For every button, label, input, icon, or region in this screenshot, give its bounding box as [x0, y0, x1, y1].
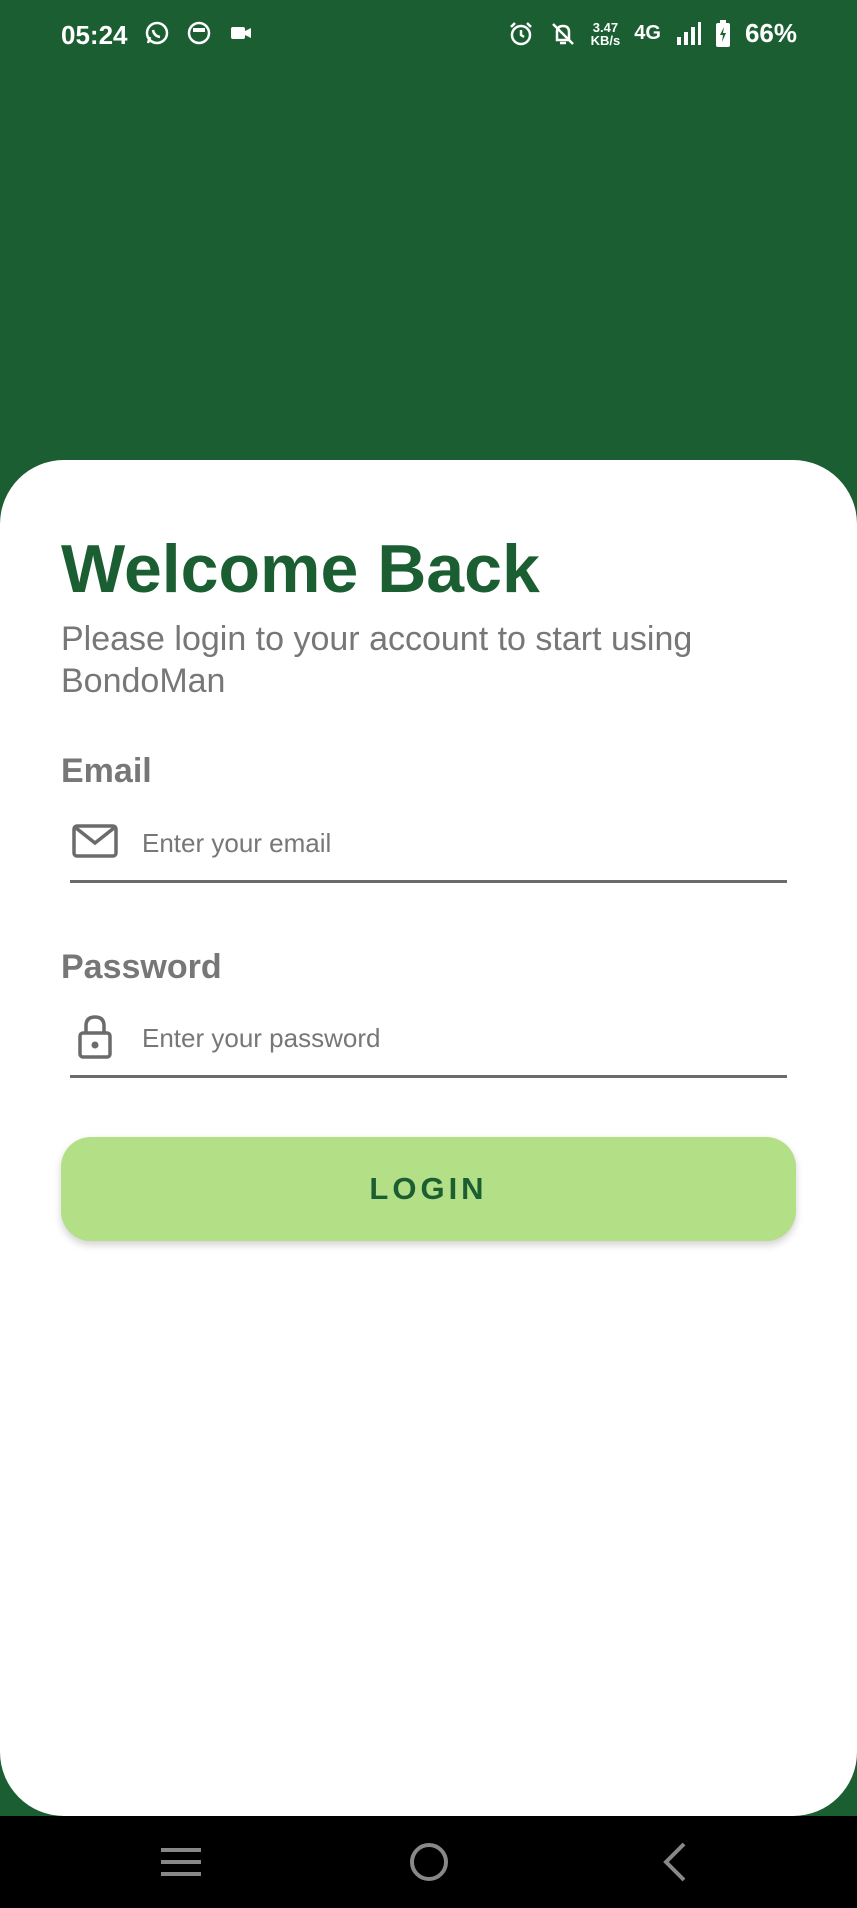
- network-speed: 3.47 KB/s: [591, 21, 621, 47]
- password-input[interactable]: [140, 1013, 764, 1063]
- system-nav-bar: [0, 1816, 857, 1908]
- home-icon[interactable]: [399, 1832, 459, 1892]
- network-speed-unit: KB/s: [590, 32, 621, 48]
- alarm-icon: [509, 21, 532, 45]
- page-subtitle: Please login to your account to start us…: [61, 620, 693, 700]
- status-left-icons: [144, 20, 254, 46]
- video-icon: [231, 27, 251, 39]
- back-icon[interactable]: [646, 1832, 706, 1892]
- status-bar: 05:24 3.47 KB/s 4G 66%: [0, 0, 857, 72]
- bell-off-icon: [551, 22, 574, 45]
- status-right-icons: 3.47 KB/s 4G 66%: [507, 18, 797, 49]
- message-icon: [187, 21, 211, 45]
- whatsapp-icon: [145, 21, 169, 45]
- network-type: 4G: [634, 22, 661, 44]
- menu-icon[interactable]: [151, 1832, 211, 1892]
- battery-charging-icon: [715, 19, 730, 47]
- password-label: Password: [61, 948, 222, 986]
- page-title: Welcome Back: [61, 531, 540, 607]
- signal-icon: [676, 21, 701, 45]
- lock-icon: [78, 1015, 112, 1059]
- email-label: Email: [61, 752, 152, 790]
- mail-icon: [72, 824, 118, 858]
- login-button[interactable]: LOGIN: [61, 1137, 796, 1241]
- email-input[interactable]: [140, 818, 764, 868]
- email-field[interactable]: [70, 818, 787, 883]
- status-time: 05:24: [61, 20, 128, 50]
- battery-percent: 66%: [744, 18, 797, 48]
- network-speed-value: 3.47: [592, 19, 619, 35]
- password-field[interactable]: [70, 1013, 787, 1078]
